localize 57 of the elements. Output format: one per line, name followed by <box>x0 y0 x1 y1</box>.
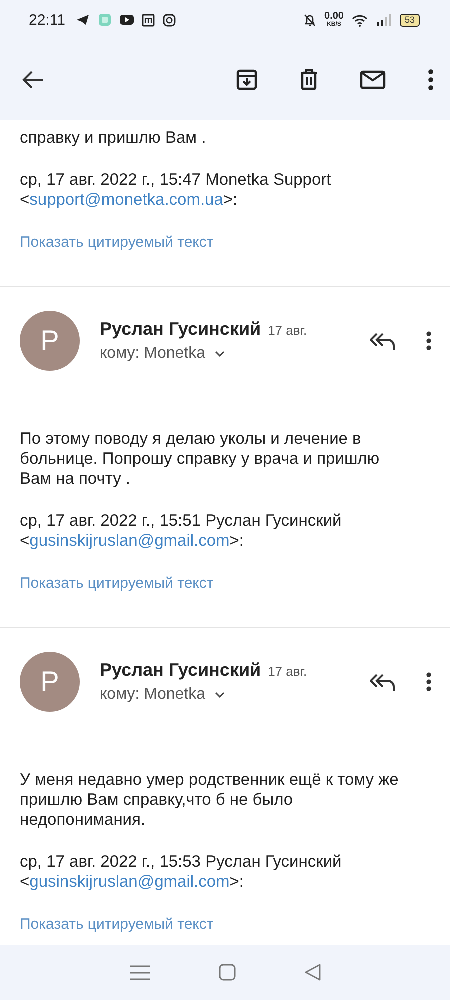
square-icon <box>219 964 236 981</box>
avatar: Р <box>20 311 80 371</box>
show-quoted-link[interactable]: Показать цитируемый текст <box>20 916 214 933</box>
show-quoted-link[interactable]: Показать цитируемый текст <box>20 234 214 251</box>
reply-all-icon <box>370 331 396 351</box>
more-icon <box>426 672 432 692</box>
menu-icon <box>129 964 152 980</box>
quote-header: ср, 17 авг. 2022 г., 15:53 Руслан Гусинский <gusinskijruslan@gmail.com>: <box>20 852 343 892</box>
camera-icon <box>163 14 176 26</box>
quote-header: ср, 17 авг. 2022 г., 15:47 Monetka Support <support@monetka.com.ua>: <box>20 170 332 210</box>
chevron-down-icon <box>214 692 225 698</box>
sender-name: Руслан Гусинский <box>100 319 262 340</box>
recipients-button[interactable]: кому: Monetka <box>100 686 225 704</box>
wifi-icon <box>352 14 368 26</box>
back-button[interactable] <box>22 70 44 90</box>
email-link[interactable]: gusinskijruslan@gmail.com <box>30 532 230 550</box>
email-link[interactable]: gusinskijruslan@gmail.com <box>30 873 230 891</box>
back-nav-button[interactable] <box>304 964 321 981</box>
avatar: Р <box>20 652 80 712</box>
message-body: У меня недавно умер родственник ещё к тому же пришлю Вам справку,что б не было недопонимания. <box>20 770 400 830</box>
archive-button[interactable] <box>236 69 258 91</box>
square-app-icon <box>142 14 156 26</box>
archive-icon <box>236 69 258 91</box>
chevron-down-icon <box>214 351 225 357</box>
send-icon <box>76 14 90 26</box>
recents-button[interactable] <box>129 964 152 980</box>
triangle-icon <box>304 964 321 981</box>
more-icon <box>428 69 434 91</box>
message-body: справку и пришлю Вам . <box>20 128 208 148</box>
reply-all-icon <box>370 672 396 692</box>
quote-header: ср, 17 авг. 2022 г., 15:51 Руслан Гусинский <gusinskijruslan@gmail.com>: <box>20 511 343 551</box>
message-date: 17 авг. <box>268 323 308 338</box>
trash-icon <box>298 69 320 91</box>
more-button[interactable] <box>428 69 434 91</box>
email-link[interactable]: support@monetka.com.ua <box>30 191 224 209</box>
more-button[interactable] <box>426 331 432 351</box>
show-quoted-link[interactable]: Показать цитируемый текст <box>20 575 214 592</box>
message-body: По этому поводу я делаю уколы и лечение в больнице. Попрошу справку у врача и пришлю Вам на почту . <box>20 429 381 489</box>
home-button[interactable] <box>219 964 236 981</box>
back-arrow-icon <box>22 70 44 90</box>
app-icon <box>98 13 112 27</box>
recipients-button[interactable]: кому: Monetka <box>100 345 225 363</box>
battery-indicator: 53 <box>400 14 420 26</box>
envelope-icon <box>360 69 386 91</box>
more-icon <box>426 331 432 351</box>
status-time: 22:11 <box>29 12 66 28</box>
muted-bell-icon <box>302 13 317 27</box>
signal-icon <box>376 14 392 26</box>
message-date: 17 авг. <box>268 664 308 679</box>
reply-all-button[interactable] <box>370 331 396 351</box>
mark-unread-button[interactable] <box>360 69 386 91</box>
data-speed: 0.00 <box>324 12 344 22</box>
delete-button[interactable] <box>298 69 320 91</box>
play-icon <box>120 14 134 26</box>
more-button[interactable] <box>426 672 432 692</box>
sender-name: Руслан Гусинский <box>100 660 262 681</box>
reply-all-button[interactable] <box>370 672 396 692</box>
